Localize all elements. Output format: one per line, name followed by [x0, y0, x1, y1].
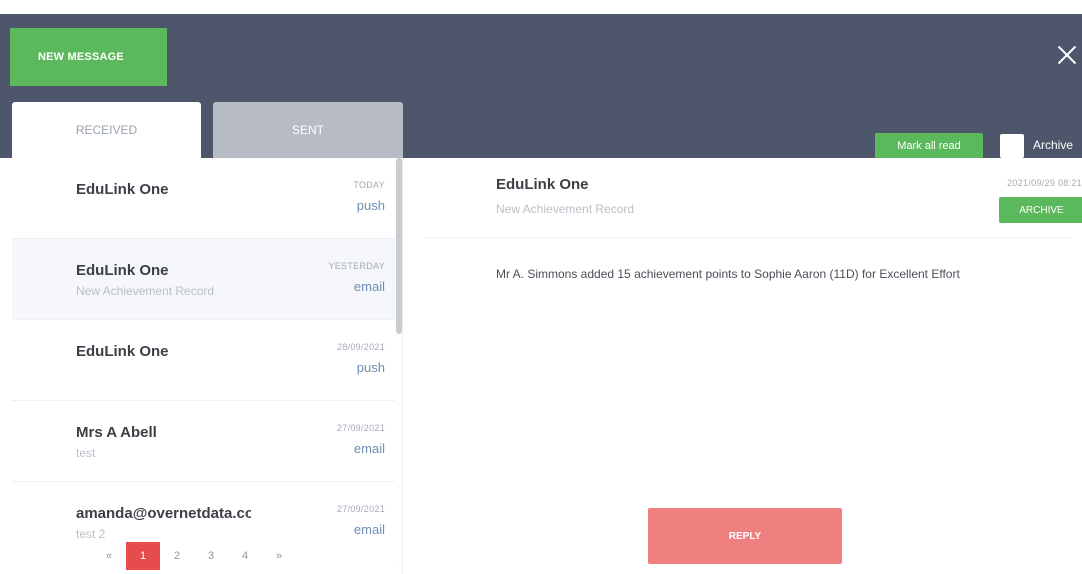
archive-button[interactable]: ARCHIVE: [999, 197, 1082, 223]
archive-checkbox[interactable]: [1000, 134, 1024, 158]
message-channel: email: [353, 522, 385, 537]
message-channel: email: [353, 279, 385, 294]
detail-datetime: 2021/09/29 08:21: [1007, 178, 1082, 188]
message-date: YESTERDAY: [328, 261, 385, 271]
pagination-page-3[interactable]: 3: [194, 542, 228, 570]
message-channel: push: [356, 360, 385, 375]
message-sender: amanda@overnetdata.co: [76, 505, 251, 522]
new-message-button[interactable]: NEW MESSAGE: [10, 28, 167, 86]
top-header-bar: NEW MESSAGE RECEIVED SENT Mark all read …: [0, 14, 1082, 159]
message-subject: test: [76, 446, 96, 460]
message-list-item[interactable]: Mrs A Abell test 27/09/2021 email: [12, 401, 395, 482]
pagination: « 1 2 3 4 »: [12, 538, 392, 574]
message-sender: Mrs A Abell: [76, 424, 157, 441]
pagination-next[interactable]: »: [262, 542, 296, 570]
tab-received[interactable]: RECEIVED: [12, 102, 201, 158]
message-list-item[interactable]: EduLink One 28/09/2021 push: [12, 320, 395, 401]
message-detail-header: EduLink One New Achievement Record 2021/…: [424, 158, 1082, 238]
message-list-item[interactable]: EduLink One TODAY push: [12, 158, 395, 239]
pagination-prev[interactable]: «: [92, 542, 126, 570]
message-sender: EduLink One: [76, 262, 169, 279]
message-sender: EduLink One: [76, 181, 169, 198]
message-subject: New Achievement Record: [76, 284, 215, 298]
close-icon[interactable]: [1056, 44, 1078, 66]
message-list: EduLink One TODAY push EduLink One New A…: [12, 158, 403, 574]
message-list-scrollbar[interactable]: [396, 158, 402, 334]
message-date: 27/09/2021: [336, 423, 385, 433]
reply-button[interactable]: REPLY: [648, 508, 842, 564]
message-channel: email: [353, 441, 385, 456]
tab-sent[interactable]: SENT: [213, 102, 403, 158]
archive-label: Archive: [1033, 138, 1074, 152]
detail-sender: EduLink One: [496, 176, 589, 193]
pagination-page-2[interactable]: 2: [160, 542, 194, 570]
message-sender: EduLink One: [76, 343, 169, 360]
pagination-page-4[interactable]: 4: [228, 542, 262, 570]
message-detail-pane: EduLink One New Achievement Record 2021/…: [404, 158, 1082, 574]
message-date: 28/09/2021: [336, 342, 385, 352]
mark-all-read-button[interactable]: Mark all read: [875, 133, 983, 159]
message-channel: push: [356, 198, 385, 213]
message-date: 27/09/2021: [336, 504, 385, 514]
messages-app: NEW MESSAGE RECEIVED SENT Mark all read …: [0, 0, 1082, 574]
pagination-page-1[interactable]: 1: [126, 542, 160, 570]
message-date: TODAY: [353, 180, 385, 190]
message-body: Mr A. Simmons added 15 achievement point…: [496, 267, 960, 281]
detail-subject: New Achievement Record: [496, 202, 635, 216]
message-list-item-selected[interactable]: EduLink One New Achievement Record YESTE…: [12, 239, 395, 320]
